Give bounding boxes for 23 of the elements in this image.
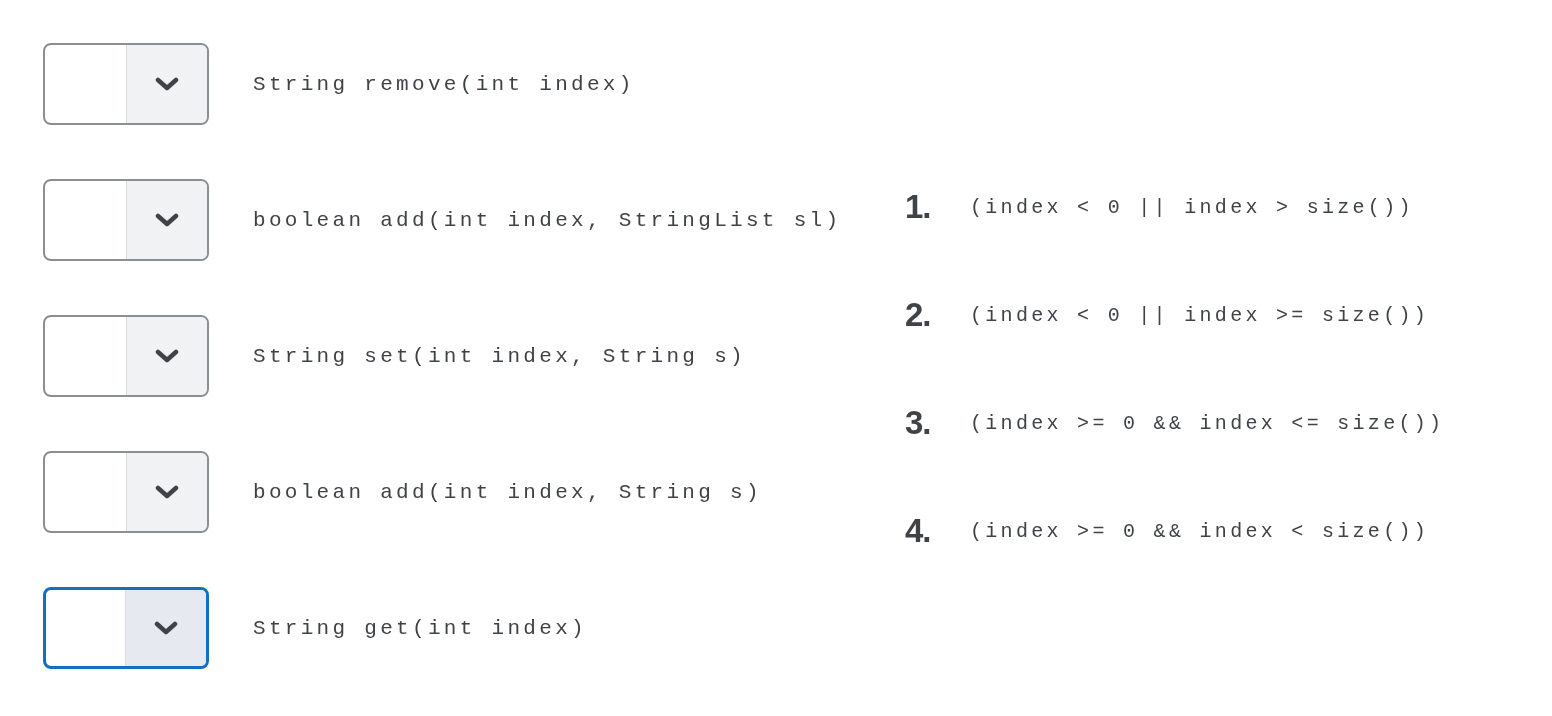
chevron-down-icon xyxy=(155,77,179,91)
answer-dropdown[interactable] xyxy=(43,587,209,669)
chevron-down-icon xyxy=(154,621,178,635)
option-condition: (index < 0 || index > size()) xyxy=(970,195,1414,219)
chevron-down-icon xyxy=(155,485,179,499)
option-number: 4. xyxy=(905,512,932,550)
option-condition: (index >= 0 && index <= size()) xyxy=(970,411,1445,435)
chevron-down-icon xyxy=(155,349,179,363)
method-signature: String set(int index, String s) xyxy=(253,344,746,368)
option-number: 2. xyxy=(905,296,932,334)
answer-dropdown[interactable] xyxy=(43,451,209,533)
option-number: 1. xyxy=(905,188,932,226)
answer-dropdown[interactable] xyxy=(43,179,209,261)
method-signature: String remove(int index) xyxy=(253,72,635,96)
chevron-down-icon xyxy=(155,213,179,227)
method-signature: boolean add(int index, String s) xyxy=(253,480,762,504)
option-condition: (index >= 0 && index < size()) xyxy=(970,519,1430,543)
method-signature: String get(int index) xyxy=(253,616,587,640)
answer-dropdown[interactable] xyxy=(43,43,209,125)
option-number: 3. xyxy=(905,404,932,442)
method-signature: boolean add(int index, StringList sl) xyxy=(253,208,842,232)
answer-dropdown[interactable] xyxy=(43,315,209,397)
option-condition: (index < 0 || index >= size()) xyxy=(970,303,1430,327)
